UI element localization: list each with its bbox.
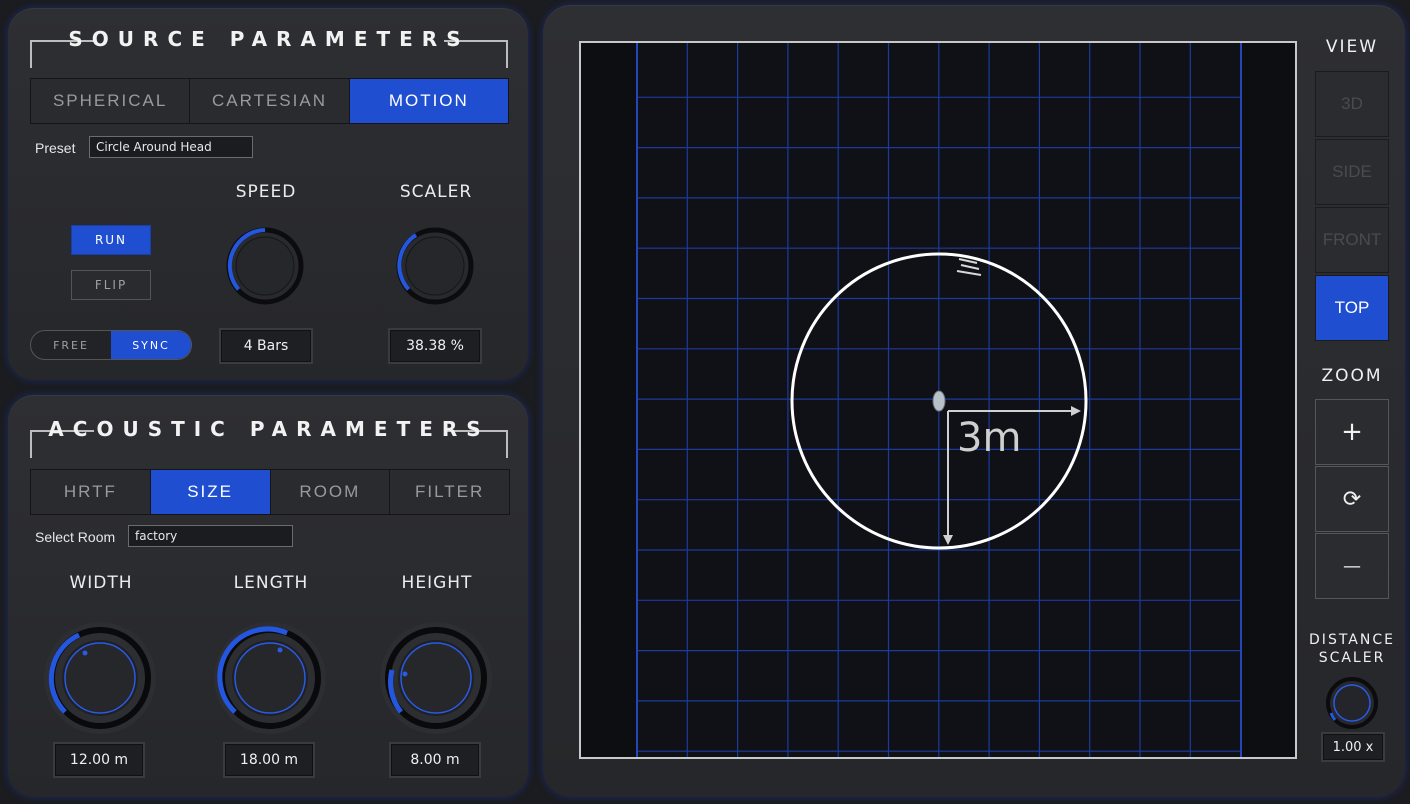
length-label: LENGTH	[233, 573, 309, 593]
acoustic-tabs: HRTF SIZE ROOM FILTER	[30, 469, 510, 515]
tab-filter[interactable]: FILTER	[390, 470, 509, 514]
tab-cartesian[interactable]: CARTESIAN	[190, 79, 350, 123]
scaler-value[interactable]: 38.38 %	[390, 330, 480, 362]
spatial-viewer-panel: 3m VIEW 3D SIDE FRONT TOP ZOOM + ⟳ — DIS…	[543, 5, 1405, 797]
flip-button[interactable]: FLIP	[71, 270, 151, 300]
distance-title-line1: DISTANCE	[1309, 632, 1395, 648]
tab-hrtf[interactable]: HRTF	[31, 470, 151, 514]
width-label: WIDTH	[69, 573, 133, 593]
select-room-label: Select Room	[35, 529, 116, 545]
room-select[interactable]: factory	[128, 525, 293, 547]
radius-label: 3m	[957, 415, 1022, 461]
preset-label: Preset	[35, 140, 76, 156]
scaler-label: SCALER	[399, 182, 473, 202]
height-label: HEIGHT	[401, 573, 473, 593]
tab-spherical[interactable]: SPHERICAL	[31, 79, 191, 123]
speed-value[interactable]: 4 Bars	[221, 330, 311, 362]
scaler-knob[interactable]	[396, 227, 474, 305]
refresh-icon: ⟳	[1342, 486, 1362, 512]
view-front-button[interactable]: FRONT	[1315, 207, 1389, 273]
zoom-in-button[interactable]: +	[1315, 399, 1389, 465]
view-3d-button[interactable]: 3D	[1315, 71, 1389, 137]
distance-title-line2: SCALER	[1318, 650, 1386, 666]
view-side-button[interactable]: SIDE	[1315, 139, 1389, 205]
source-parameters-title: SOURCE PARAMETERS	[68, 27, 470, 51]
preset-select[interactable]: Circle Around Head	[89, 136, 253, 158]
toggle-free[interactable]: FREE	[31, 331, 111, 359]
plus-icon: +	[1341, 417, 1363, 447]
speed-label: SPEED	[235, 182, 297, 202]
width-value[interactable]: 12.00 m	[55, 744, 143, 776]
minus-icon: —	[1343, 555, 1361, 577]
source-tabs: SPHERICAL CARTESIAN MOTION	[30, 78, 509, 124]
room-grid	[581, 43, 1295, 757]
length-value[interactable]: 18.00 m	[225, 744, 313, 776]
zoom-title: ZOOM	[1321, 366, 1383, 386]
view-title: VIEW	[1325, 37, 1379, 57]
listener-head-icon	[932, 390, 946, 412]
view-top-button[interactable]: TOP	[1315, 275, 1389, 341]
zoom-reset-button[interactable]: ⟳	[1315, 466, 1389, 532]
run-button[interactable]: RUN	[71, 225, 151, 255]
zoom-out-button[interactable]: —	[1315, 533, 1389, 599]
tab-room[interactable]: ROOM	[270, 470, 391, 514]
source-parameters-panel: SOURCE PARAMETERS SPHERICAL CARTESIAN MO…	[8, 8, 528, 380]
acoustic-parameters-title: ACOUSTIC PARAMETERS	[48, 417, 490, 441]
room-view-canvas[interactable]: 3m	[579, 41, 1297, 759]
distance-scaler-knob[interactable]	[1326, 677, 1378, 729]
height-knob[interactable]	[378, 620, 494, 736]
speed-knob[interactable]	[226, 227, 304, 305]
tab-size[interactable]: SIZE	[150, 470, 271, 514]
source-title-frame: SOURCE PARAMETERS	[30, 27, 508, 70]
toggle-sync[interactable]: SYNC	[111, 331, 191, 359]
distance-scaler-title: DISTANCE SCALER	[1309, 631, 1395, 667]
tab-motion[interactable]: MOTION	[349, 79, 508, 123]
acoustic-parameters-panel: ACOUSTIC PARAMETERS HRTF SIZE ROOM FILTE…	[8, 395, 528, 797]
distance-scaler-value[interactable]: 1.00 x	[1323, 734, 1383, 760]
acoustic-title-frame: ACOUSTIC PARAMETERS	[30, 417, 508, 460]
height-value[interactable]: 8.00 m	[391, 744, 479, 776]
free-sync-toggle[interactable]: FREE SYNC	[30, 330, 192, 360]
length-knob[interactable]	[212, 620, 328, 736]
width-knob[interactable]	[42, 620, 158, 736]
